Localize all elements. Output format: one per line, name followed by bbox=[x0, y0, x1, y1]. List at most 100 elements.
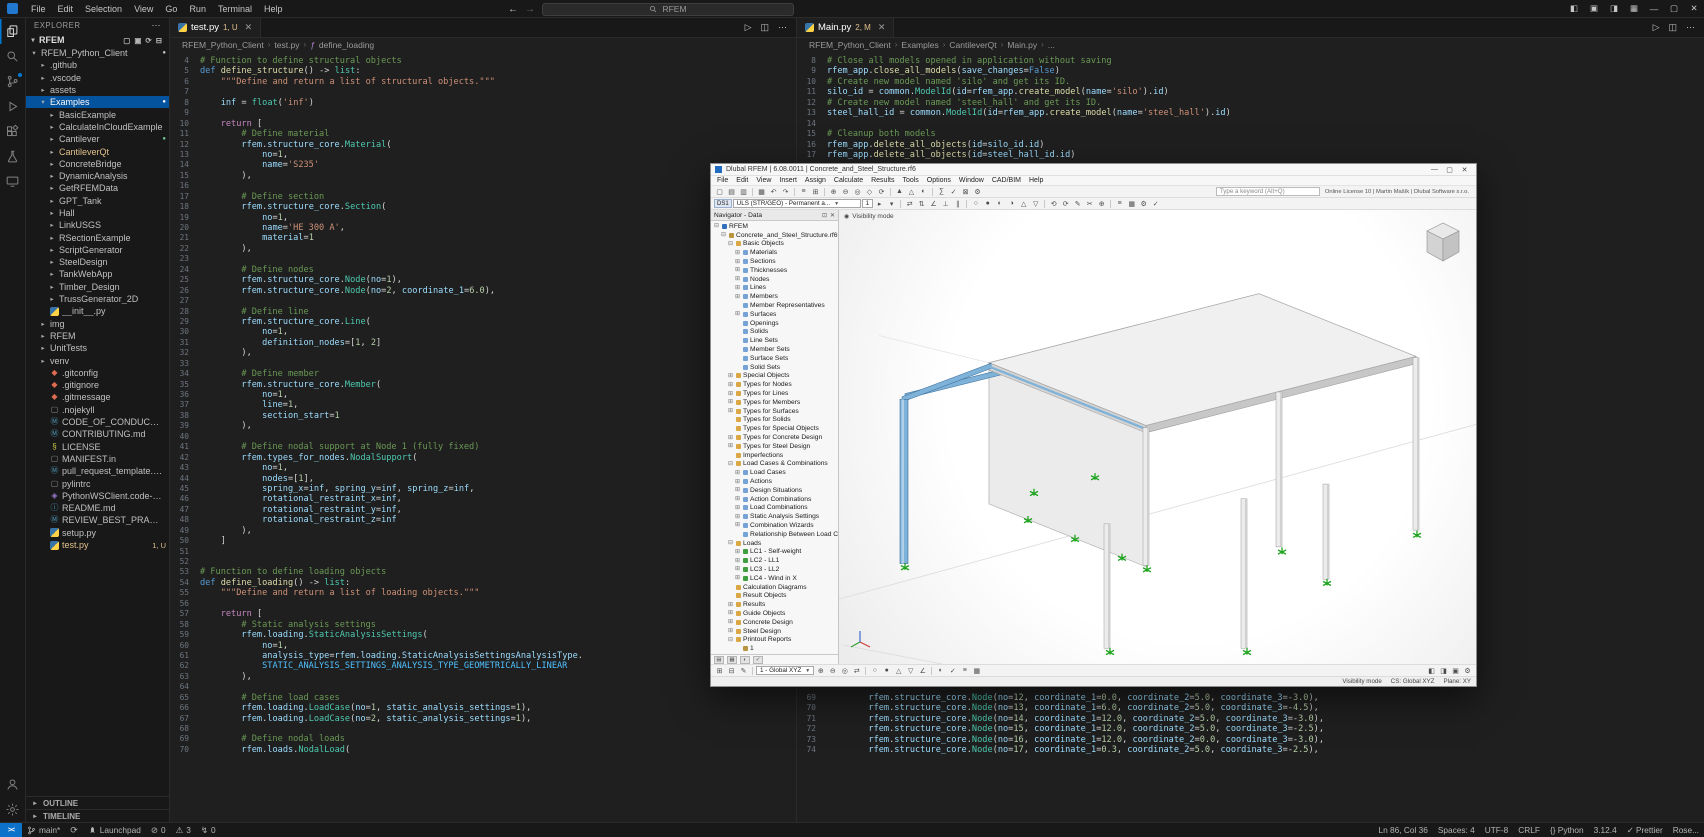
rfem-nav-item[interactable]: Member Sets bbox=[711, 345, 838, 354]
breadcrumb-item[interactable]: define_loading bbox=[319, 40, 374, 50]
rfem-edit-mode-icon[interactable]: ✎ bbox=[738, 666, 749, 676]
code-line[interactable]: 46 rotational_restraint_x=inf, bbox=[170, 494, 796, 504]
explorer-item[interactable]: ▸TrussGenerator_2D bbox=[26, 293, 169, 305]
code-line[interactable]: 69 rfem.structure_core.Node(no=12, coord… bbox=[797, 693, 1704, 703]
code-line[interactable]: 67 rfem.loading.LoadCase(no=2, static_an… bbox=[170, 714, 796, 724]
code-line[interactable]: 25 rfem.structure_core.Node(no=1), bbox=[170, 275, 796, 285]
rfem-view-top-icon[interactable]: ▽ bbox=[905, 666, 916, 676]
status-item[interactable]: {} Python bbox=[1545, 825, 1589, 835]
rfem-pane-left-icon[interactable]: ◧ bbox=[1426, 666, 1437, 676]
code-line[interactable]: 68 bbox=[170, 724, 796, 734]
code-line[interactable]: 48 rotational_restraint_z=inf bbox=[170, 515, 796, 525]
code-line[interactable]: 36 no=1, bbox=[170, 390, 796, 400]
code-line[interactable]: 64 bbox=[170, 682, 796, 692]
rfem-nav-item[interactable]: ⊞Materials bbox=[711, 248, 838, 257]
code-line[interactable]: 33 bbox=[170, 359, 796, 369]
code-line[interactable]: 17 # Define section bbox=[170, 192, 796, 202]
rfem-nav-item[interactable]: ⊞Types for Lines bbox=[711, 389, 838, 398]
status-item[interactable]: ✓ Prettier bbox=[1622, 825, 1668, 835]
explorer-item[interactable]: ▢pylintrc bbox=[26, 477, 169, 489]
rfem-nav-item[interactable]: ⊞Types for Surfaces bbox=[711, 407, 838, 416]
rfem-list-icon[interactable]: ≡ bbox=[1114, 199, 1125, 209]
rfem-menu-window[interactable]: Window bbox=[955, 177, 988, 184]
code-line[interactable]: 14 bbox=[797, 119, 1704, 129]
rfem-nav-item[interactable]: ⊟Printout Reports bbox=[711, 635, 838, 644]
rfem-nav-item[interactable]: Types for Special Objects bbox=[711, 424, 838, 433]
rfem-menu-insert[interactable]: Insert bbox=[775, 177, 801, 184]
explorer-item[interactable]: ▸DynamicAnalysis bbox=[26, 170, 169, 182]
rfem-menu-cad-bim[interactable]: CAD/BIM bbox=[988, 177, 1025, 184]
rfem-nav-item[interactable]: ⊞LC4 - Wind in X bbox=[711, 574, 838, 583]
explorer-item[interactable]: __init__.py bbox=[26, 305, 169, 317]
code-line[interactable]: 12# Create new model named 'steel_hall' … bbox=[797, 98, 1704, 108]
code-line[interactable]: 71 rfem.structure_core.Node(no=14, coord… bbox=[797, 714, 1704, 724]
rfem-solid-icon[interactable]: ▽ bbox=[1030, 199, 1041, 209]
rfem-trim-icon[interactable]: ✂ bbox=[1084, 199, 1095, 209]
explorer-item[interactable]: ▸UnitTests bbox=[26, 342, 169, 354]
customize-layout-icon[interactable]: ▦ bbox=[1624, 0, 1644, 18]
rfem-loads-on-surfaces-icon[interactable]: ⟳ bbox=[1060, 199, 1071, 209]
remote-indicator[interactable]: >< bbox=[0, 823, 22, 837]
minimize-icon[interactable]: — bbox=[1427, 166, 1442, 174]
explorer-item[interactable]: ▾RFEM_Python_Client● bbox=[26, 47, 169, 59]
code-line[interactable]: 41 # Define nodal support at Node 1 (ful… bbox=[170, 442, 796, 452]
vscode-logo-icon[interactable] bbox=[7, 3, 18, 14]
status-item[interactable]: Spaces: 4 bbox=[1433, 825, 1480, 835]
explorer-item[interactable]: ▸ScriptGenerator bbox=[26, 244, 169, 256]
code-line[interactable]: 24 # Define nodes bbox=[170, 265, 796, 275]
maximize-icon[interactable]: ▢ bbox=[1442, 166, 1457, 174]
rfem-nav-item[interactable]: ⊞LC3 - LL2 bbox=[711, 565, 838, 574]
explorer-item[interactable]: ▸assets bbox=[26, 84, 169, 96]
navigation-cube[interactable] bbox=[1422, 218, 1464, 264]
code-line[interactable]: 8 inf = float('inf') bbox=[170, 98, 796, 108]
explorer-item[interactable]: ▸.github bbox=[26, 59, 169, 71]
code-line[interactable]: 69 # Define nodal loads bbox=[170, 734, 796, 744]
design-situation-select[interactable]: ULS (STR/GEO) - Permanent a...▼ bbox=[733, 199, 861, 208]
breadcrumb-item[interactable]: RFEM_Python_Client bbox=[809, 40, 891, 50]
explorer-item[interactable]: §LICENSE bbox=[26, 441, 169, 453]
rfem-table-toggle-icon[interactable]: ⊞ bbox=[714, 666, 725, 676]
rfem-table-minimize-icon[interactable]: ⊟ bbox=[726, 666, 737, 676]
rfem-nav-item[interactable]: ⊞Types for Nodes bbox=[711, 380, 838, 389]
rfem-select-objects-icon[interactable]: ▸ bbox=[874, 199, 885, 209]
rfem-nav-item[interactable]: ⊞LC2 - LL1 bbox=[711, 556, 838, 565]
minimize-icon[interactable]: — bbox=[1644, 0, 1664, 18]
rfem-zoom-in-icon[interactable]: ⊕ bbox=[828, 187, 839, 197]
code-line[interactable]: 9rfem_app.close_all_models(save_changes=… bbox=[797, 66, 1704, 76]
explorer-item[interactable]: ◆.gitmessage bbox=[26, 391, 169, 403]
explorer-item[interactable]: ▸Hall bbox=[26, 207, 169, 219]
rfem-settings-icon[interactable]: ⚙ bbox=[972, 187, 983, 197]
explorer-item[interactable]: ▸GetRFEMData bbox=[26, 182, 169, 194]
status-rocket[interactable]: Launchpad bbox=[83, 825, 146, 835]
code-line[interactable]: 23 bbox=[170, 254, 796, 264]
code-line[interactable]: 8# Close all models opened in applicatio… bbox=[797, 56, 1704, 66]
rfem-view-settings-icon[interactable]: ⚙ bbox=[1462, 666, 1473, 676]
code-line[interactable]: 16rfem_app.delete_all_objects(id=silo_id… bbox=[797, 140, 1704, 150]
code-line[interactable]: 22 ), bbox=[170, 244, 796, 254]
rfem-nav-item[interactable]: Surface Sets bbox=[711, 354, 838, 363]
explorer-item[interactable]: ▾Examples● bbox=[26, 96, 169, 108]
rfem-move-icon[interactable]: ⇄ bbox=[904, 199, 915, 209]
explorer-item[interactable]: Ⓜpull_request_template.md bbox=[26, 465, 169, 477]
rfem-new-model-icon[interactable]: ▢ bbox=[714, 187, 725, 197]
rfem-menu-assign[interactable]: Assign bbox=[801, 177, 830, 184]
rfem-nav-item[interactable]: ⊞LC1 - Self-weight bbox=[711, 547, 838, 556]
rfem-render-solid-icon[interactable]: ▲ bbox=[894, 187, 905, 197]
rfem-nav-item[interactable]: ⊞Guide Objects bbox=[711, 609, 838, 618]
rfem-nav-item[interactable]: ⊟Concrete_and_Steel_Structure.rf6* bbox=[711, 231, 838, 240]
explorer-item[interactable]: ▸CalculateInCloudExample bbox=[26, 121, 169, 133]
collapse-all-icon[interactable]: ⊟ bbox=[156, 36, 162, 45]
code-line[interactable]: 37 line=1, bbox=[170, 400, 796, 410]
activity-explorer-icon[interactable] bbox=[0, 19, 26, 44]
code-line[interactable]: 66 rfem.loading.LoadCase(no=1, static_an… bbox=[170, 703, 796, 713]
status-bolt[interactable]: ↯0 bbox=[196, 825, 221, 836]
code-line[interactable]: 38 section_start=1 bbox=[170, 411, 796, 421]
code-editor-right-bottom[interactable]: 69 rfem.structure_core.Node(no=12, coord… bbox=[797, 693, 1704, 756]
refresh-icon[interactable]: ⟳ bbox=[145, 36, 151, 45]
rfem-nav-item[interactable]: ⊞Thicknesses bbox=[711, 266, 838, 275]
activity-manage-icon[interactable] bbox=[0, 797, 26, 822]
breadcrumb-item[interactable]: Examples bbox=[901, 40, 938, 50]
toggle-panel-icon[interactable]: ▣ bbox=[1584, 0, 1604, 18]
status-branch[interactable]: main* bbox=[22, 825, 65, 835]
rfem-nav-item[interactable]: ⊞Load Cases bbox=[711, 468, 838, 477]
